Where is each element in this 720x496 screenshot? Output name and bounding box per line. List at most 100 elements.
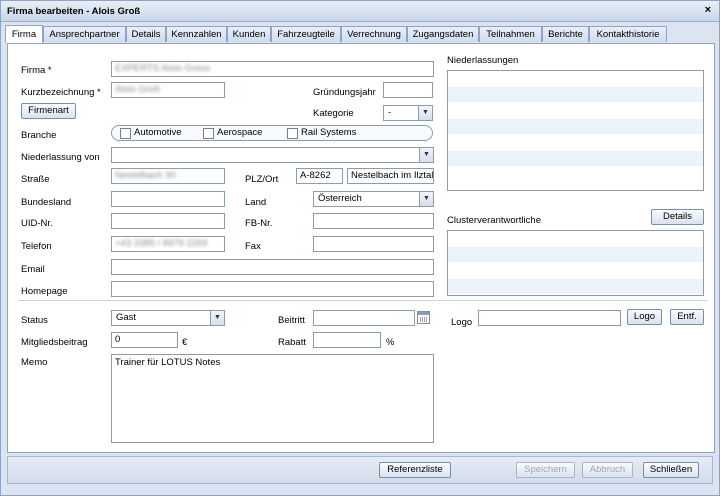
logo-button[interactable]: Logo bbox=[627, 309, 662, 325]
ort-input[interactable]: Nestelbach im Ilztal bbox=[347, 168, 434, 184]
entf-button[interactable]: Entf. bbox=[670, 309, 704, 325]
telefon-value: +43 3385 / 8979 2269 bbox=[115, 238, 208, 249]
mitgliedsbeitrag-label: Mitgliedsbeitrag bbox=[21, 337, 88, 348]
firma-value: EXPERTS Alois Gross bbox=[115, 63, 210, 74]
details-button[interactable]: Details bbox=[651, 209, 704, 225]
list-row bbox=[448, 247, 703, 263]
status-value: Gast bbox=[116, 312, 137, 323]
rabatt-label: Rabatt bbox=[278, 337, 306, 348]
referenzliste-button[interactable]: Referenzliste bbox=[379, 462, 451, 478]
button-bar: Referenzliste Speichern Abbruch Schließe… bbox=[7, 456, 713, 484]
list-row bbox=[448, 87, 703, 103]
euro-symbol: € bbox=[182, 337, 188, 348]
strasse-value: Nestelbach 30 bbox=[115, 170, 176, 181]
plz-input[interactable]: A-8262 bbox=[296, 168, 343, 184]
chevron-down-icon[interactable]: ▼ bbox=[419, 148, 433, 162]
window-title: Firma bearbeiten - Alois Groß bbox=[7, 6, 141, 17]
niederlassungen-label: Niederlassungen bbox=[447, 55, 519, 66]
fax-label: Fax bbox=[245, 241, 261, 252]
status-label: Status bbox=[21, 315, 48, 326]
logo-label: Logo bbox=[451, 317, 473, 328]
tab-verrechnung[interactable]: Verrechnung bbox=[341, 26, 407, 42]
plz-ort-label: PLZ/Ort bbox=[245, 174, 279, 185]
speichern-button[interactable]: Speichern bbox=[516, 462, 575, 478]
niederlassung-von-select[interactable]: ▼ bbox=[111, 147, 434, 163]
fax-input[interactable] bbox=[313, 236, 434, 252]
firma-input[interactable]: EXPERTS Alois Gross bbox=[111, 61, 434, 77]
chevron-down-icon[interactable]: ▼ bbox=[210, 311, 224, 325]
firma-label: Firma * bbox=[21, 65, 52, 76]
list-row bbox=[448, 151, 703, 167]
tab-teilnahmen[interactable]: Teilnahmen bbox=[479, 26, 542, 42]
memo-label: Memo bbox=[21, 357, 48, 368]
tab-fahrzeugteile[interactable]: Fahrzeugteile bbox=[271, 26, 341, 42]
cluster-list[interactable] bbox=[447, 230, 704, 296]
abbruch-button[interactable]: Abbruch bbox=[582, 462, 633, 478]
niederlassung-von-label: Niederlassung von bbox=[21, 152, 100, 163]
list-row bbox=[448, 71, 703, 87]
strasse-label: Straße bbox=[21, 174, 50, 185]
bundesland-label: Bundesland bbox=[21, 197, 72, 208]
uid-label: UID-Nr. bbox=[21, 218, 53, 229]
uid-input[interactable] bbox=[111, 213, 225, 229]
list-row bbox=[448, 263, 703, 279]
homepage-input[interactable] bbox=[111, 281, 434, 297]
kurzbezeichnung-label: Kurzbezeichnung * bbox=[21, 87, 101, 98]
status-select[interactable]: Gast ▼ bbox=[111, 310, 225, 326]
beitritt-label: Beitritt bbox=[278, 315, 305, 326]
percent-symbol: % bbox=[386, 337, 395, 348]
kategorie-value: - bbox=[388, 107, 392, 118]
tab-kontakthistorie[interactable]: Kontakthistorie bbox=[589, 26, 667, 42]
memo-textarea[interactable]: Trainer für LOTUS Notes bbox=[111, 354, 434, 443]
schliessen-button[interactable]: Schließen bbox=[643, 462, 699, 478]
niederlassungen-list[interactable] bbox=[447, 70, 704, 191]
tab-kunden[interactable]: Kunden bbox=[227, 26, 271, 42]
land-label: Land bbox=[245, 197, 267, 208]
list-row bbox=[448, 119, 703, 135]
telefon-input[interactable]: +43 3385 / 8979 2269 bbox=[111, 236, 225, 252]
beitritt-input[interactable] bbox=[313, 310, 415, 326]
tab-ansprechpartner[interactable]: Ansprechpartner bbox=[43, 26, 126, 42]
logo-input[interactable] bbox=[478, 310, 621, 326]
section-divider bbox=[18, 300, 708, 301]
tab-zugangsdaten[interactable]: Zugangsdaten bbox=[407, 26, 479, 42]
email-label: Email bbox=[21, 264, 45, 275]
list-row bbox=[448, 135, 703, 151]
automotive-checkbox[interactable] bbox=[120, 128, 131, 139]
homepage-label: Homepage bbox=[21, 286, 68, 297]
chevron-down-icon[interactable]: ▼ bbox=[419, 192, 433, 206]
list-row bbox=[448, 103, 703, 119]
calendar-icon[interactable] bbox=[417, 311, 430, 324]
kurzbezeichnung-input[interactable]: Alois Groß bbox=[111, 82, 225, 98]
gruendungsjahr-input[interactable] bbox=[383, 82, 433, 98]
firma-edit-window: Firma bearbeiten - Alois Groß × Firma An… bbox=[0, 0, 720, 496]
land-select[interactable]: Österreich ▼ bbox=[313, 191, 434, 207]
bundesland-input[interactable] bbox=[111, 191, 225, 207]
tab-firma[interactable]: Firma bbox=[5, 25, 43, 43]
fb-input[interactable] bbox=[313, 213, 434, 229]
list-row bbox=[448, 167, 703, 183]
email-input[interactable] bbox=[111, 259, 434, 275]
tab-berichte[interactable]: Berichte bbox=[542, 26, 589, 42]
tab-kennzahlen[interactable]: Kennzahlen bbox=[166, 26, 227, 42]
aerospace-label: Aerospace bbox=[217, 127, 263, 138]
kategorie-select[interactable]: - ▼ bbox=[383, 105, 433, 121]
rail-systems-checkbox[interactable] bbox=[287, 128, 298, 139]
tab-details[interactable]: Details bbox=[126, 26, 166, 42]
rabatt-input[interactable] bbox=[313, 332, 381, 348]
kategorie-label: Kategorie bbox=[313, 108, 354, 119]
aerospace-checkbox[interactable] bbox=[203, 128, 214, 139]
strasse-input[interactable]: Nestelbach 30 bbox=[111, 168, 225, 184]
close-icon[interactable]: × bbox=[705, 4, 711, 16]
list-row bbox=[448, 231, 703, 247]
branche-label: Branche bbox=[21, 130, 57, 141]
mitgliedsbeitrag-input[interactable]: 0 bbox=[111, 332, 178, 348]
automotive-label: Automotive bbox=[134, 127, 182, 138]
list-row bbox=[448, 279, 703, 295]
telefon-label: Telefon bbox=[21, 241, 52, 252]
firmenart-button[interactable]: Firmenart bbox=[21, 103, 76, 119]
title-bar[interactable]: Firma bearbeiten - Alois Groß × bbox=[1, 1, 719, 22]
land-value: Österreich bbox=[318, 193, 362, 204]
fb-label: FB-Nr. bbox=[245, 218, 273, 229]
chevron-down-icon[interactable]: ▼ bbox=[418, 106, 432, 120]
